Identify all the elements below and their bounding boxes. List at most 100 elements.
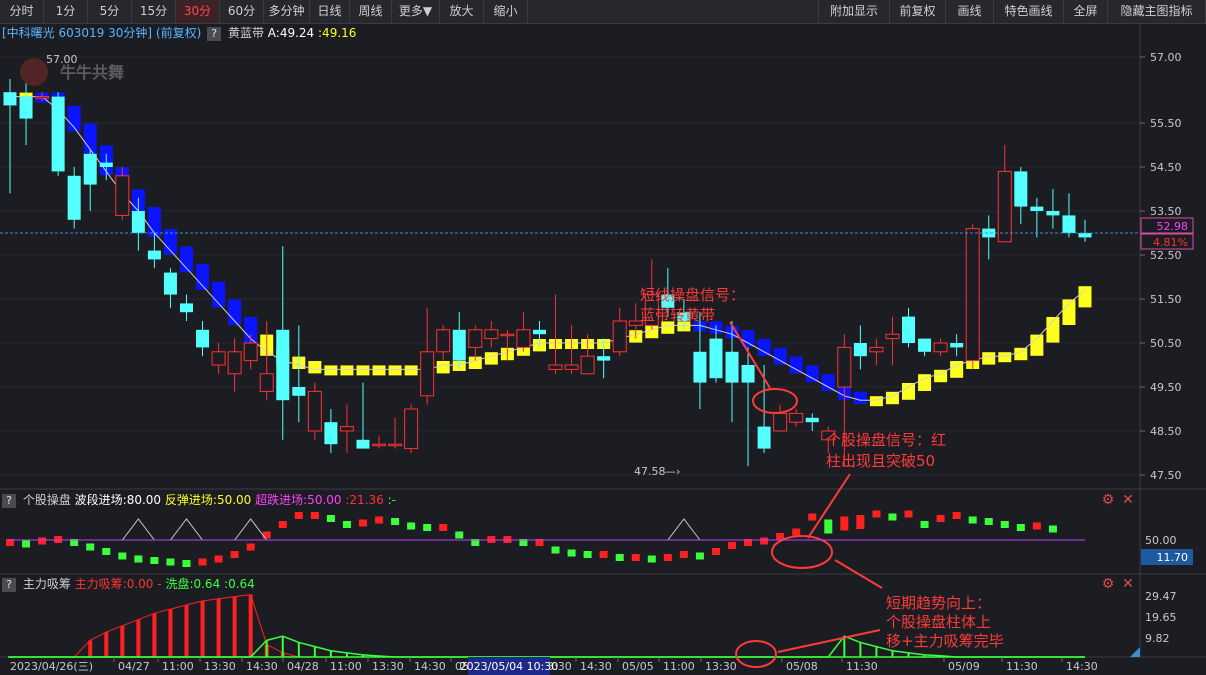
osc-marker (583, 551, 592, 558)
osc-l1: 波段进场:80.00 (74, 493, 162, 507)
candle-body-down (356, 439, 370, 449)
candle-body-down (196, 329, 210, 348)
band-segment (982, 352, 996, 365)
candle-body-down (1014, 171, 1028, 207)
band-segment (324, 365, 338, 376)
candle-body-up (259, 373, 274, 392)
candle-body-down (853, 343, 867, 357)
osc-marker (294, 512, 303, 519)
time-axis-label: 2023/04/26(三) (10, 660, 93, 673)
osc-peak-outline (667, 518, 701, 541)
close-x-icon[interactable]: ✕ (1120, 492, 1136, 508)
candle-body-down (805, 417, 819, 423)
price-tick-label: 53.50 (1150, 205, 1182, 218)
osc-marker (679, 551, 688, 558)
candle-body-down (83, 153, 97, 185)
osc-peak-outline (170, 518, 203, 541)
accum-name[interactable]: 主力吸筹 (23, 577, 71, 591)
osc-marker (391, 518, 400, 525)
candle-body-down (452, 329, 466, 361)
close-x-icon[interactable]: ✕ (1120, 576, 1136, 592)
accum-help-icon[interactable]: ? (2, 577, 16, 592)
osc-value-text: 11.70 (1157, 551, 1189, 564)
time-axis-label: 04/28 (287, 660, 319, 673)
change-pct-text: 4.81% (1153, 236, 1188, 249)
osc-marker (808, 513, 817, 521)
candle-body-down (67, 175, 81, 220)
candle-body-down (741, 365, 755, 383)
osc-marker (375, 516, 384, 524)
candle-body-down (902, 316, 916, 343)
candle-body-down (99, 162, 113, 167)
corner-resize-icon[interactable] (1130, 647, 1140, 657)
candle-body-up (773, 412, 788, 432)
osc-marker (182, 560, 191, 567)
osc-marker (326, 515, 335, 522)
candle-body-down (950, 343, 964, 348)
candle-body-up (612, 320, 627, 353)
candle-body-up (307, 390, 322, 432)
osc-name[interactable]: 个股操盘 (23, 493, 71, 507)
price-tick-label: 54.50 (1150, 161, 1182, 174)
osc-panel-tools: ⚙ ✕ (1096, 492, 1136, 508)
osc-help-icon[interactable]: ? (2, 493, 16, 508)
osc-marker (407, 522, 416, 530)
band-segment (372, 365, 386, 376)
osc-marker (358, 519, 367, 527)
band-segment (757, 339, 771, 356)
candle-body-up (211, 351, 226, 366)
settings-gear-icon[interactable]: ⚙ (1100, 576, 1116, 592)
accum-l2: - (157, 577, 162, 591)
band-segment (340, 365, 354, 376)
osc-marker (262, 531, 271, 539)
osc-l3: 超跌进场:50.00 (255, 493, 342, 507)
time-axis-label: 14:30 (580, 660, 612, 673)
osc-marker (246, 543, 255, 551)
osc-marker (760, 537, 769, 545)
signal-circle-2 (771, 535, 833, 569)
candle-body-up (789, 412, 804, 423)
annotation-1-line1: 短线操盘信号： (640, 286, 745, 304)
time-axis-label: 11:00 (330, 660, 362, 673)
price-tick-label: 47.50 (1150, 469, 1182, 482)
time-axis-label: 14:30 (246, 660, 278, 673)
candle-body-up (372, 443, 387, 447)
time-axis-label: 13:30 (372, 660, 404, 673)
osc-marker (1016, 524, 1025, 531)
candle-body-up (227, 351, 242, 375)
candle-body-up (243, 342, 258, 362)
band-segment (869, 396, 883, 407)
osc-marker (38, 537, 47, 545)
osc-l2: 反弹进场:50.00 (164, 493, 252, 507)
band-segment (404, 365, 418, 376)
candle-body-down (179, 303, 193, 313)
annotation-1-line2: 蓝带转黄带 (640, 306, 715, 324)
price-tick-label: 57.00 (1150, 51, 1182, 64)
candle-body-up (404, 408, 419, 450)
candlestick-chart[interactable]: 57.00 55.50 54.50 53.50 52.50 51.50 50.50 49.50… (0, 0, 1206, 675)
osc-marker (952, 512, 961, 519)
osc-marker (278, 521, 287, 528)
osc-marker (984, 518, 993, 525)
annotation-3-line3: 移+主力吸筹完毕 (886, 632, 1004, 650)
candle-body-up (500, 333, 515, 337)
osc-marker (920, 521, 929, 528)
time-axis-label: 11:30 (846, 660, 878, 673)
osc-50-tick: 50.00 (1145, 534, 1177, 547)
candle-body-down (1046, 211, 1060, 216)
band-segment (1014, 347, 1028, 361)
candle-body-up (420, 351, 435, 397)
accum-l1: 主力吸筹:0.00 (74, 577, 154, 591)
time-axis-label: 05/09 (948, 660, 980, 673)
osc-marker (214, 555, 223, 563)
osc-marker (102, 548, 111, 555)
settings-gear-icon[interactable]: ⚙ (1100, 492, 1116, 508)
candle-body-up (869, 346, 884, 353)
osc-marker (567, 549, 576, 557)
time-axis-label: 11:00 (663, 660, 695, 673)
signal-circle-1 (752, 388, 798, 414)
price-tick-label: 55.50 (1150, 117, 1182, 130)
osc-marker (1048, 525, 1057, 533)
candle-body-up (580, 355, 595, 375)
price-tick-label: 52.50 (1150, 249, 1182, 262)
